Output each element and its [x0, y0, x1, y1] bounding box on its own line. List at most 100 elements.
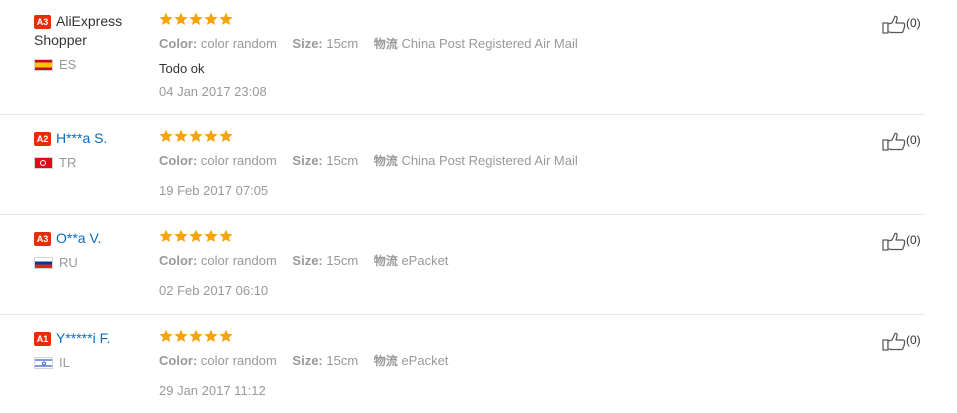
review-date: 04 Jan 2017 23:08: [159, 84, 267, 99]
shipping-value: ePacket: [401, 353, 449, 368]
star-rating: [159, 229, 859, 245]
shipping-label: 物流: [373, 37, 398, 51]
review-item: A3 AliExpress Shopper ES Color: color ran…: [0, 12, 925, 115]
buyer-level-badge: A3: [34, 15, 51, 29]
helpful-button[interactable]: (0): [882, 12, 921, 34]
star-icon: [159, 129, 173, 143]
star-icon: [174, 229, 188, 243]
star-icon: [189, 229, 203, 243]
size-value: 15cm: [326, 353, 359, 368]
size-value: 15cm: [326, 253, 359, 268]
star-icon: [189, 12, 203, 26]
star-icon: [174, 329, 188, 343]
size-label: Size:: [292, 36, 323, 51]
reviewer-name-link[interactable]: Y*****i F.: [56, 330, 110, 346]
color-label: Color:: [159, 153, 198, 168]
color-label: Color:: [159, 353, 198, 368]
shipping-value: ePacket: [401, 253, 449, 268]
star-icon: [204, 12, 218, 26]
review-content: Color: color random Size: 15cm 物流 China …: [159, 129, 859, 199]
shipping-value: China Post Registered Air Mail: [401, 36, 578, 51]
review-date: 29 Jan 2017 11:12: [159, 383, 266, 398]
reviewer-country: ES: [34, 57, 154, 73]
review-item: A1 Y*****i F. IL Color: color random Size…: [0, 329, 925, 409]
buyer-level-badge: A1: [34, 332, 51, 346]
buyer-level-badge: A3: [34, 232, 51, 246]
review-date: 02 Feb 2017 06:10: [159, 283, 269, 298]
color-value: color random: [200, 36, 277, 51]
il-flag-icon: [34, 356, 53, 372]
order-info: Color: color random Size: 15cm 物流 China …: [159, 36, 859, 52]
star-rating: [159, 12, 859, 28]
feedback-text: Todo ok: [159, 61, 205, 76]
country-code: RU: [59, 255, 78, 270]
star-icon: [159, 12, 173, 26]
helpful-button[interactable]: (0): [882, 229, 921, 251]
size-label: Size:: [292, 153, 323, 168]
shipping-label: 物流: [373, 354, 398, 368]
star-icon: [219, 329, 233, 343]
star-rating: [159, 129, 859, 145]
star-icon: [204, 129, 218, 143]
review-list: A3 AliExpress Shopper ES Color: color ran…: [0, 0, 957, 413]
helpful-button[interactable]: (0): [882, 329, 921, 351]
country-code: TR: [59, 155, 77, 170]
star-icon: [219, 129, 233, 143]
color-value: color random: [200, 353, 277, 368]
color-value: color random: [200, 153, 277, 168]
color-value: color random: [200, 253, 277, 268]
star-icon: [174, 129, 188, 143]
review-date: 19 Feb 2017 07:05: [159, 183, 269, 198]
country-code: ES: [59, 57, 77, 72]
size-value: 15cm: [326, 153, 359, 168]
star-icon: [159, 229, 173, 243]
color-label: Color:: [159, 36, 198, 51]
review-content: Color: color random Size: 15cm 物流 ePacke…: [159, 329, 859, 399]
reviewer-name-line: A2 H***a S.: [34, 129, 154, 148]
reviewer-country: RU: [34, 255, 154, 271]
review-item: A3 O**a V. RU Color: color random Size: 1…: [0, 229, 925, 315]
reviewer-name-line: A3 O**a V.: [34, 229, 154, 248]
helpful-count: (0): [906, 16, 921, 30]
helpful-button[interactable]: (0): [882, 129, 921, 151]
shipping-label: 物流: [373, 254, 398, 268]
helpful-count: (0): [906, 133, 921, 147]
thumbs-up-icon[interactable]: [882, 231, 906, 251]
thumbs-up-icon[interactable]: [882, 131, 906, 151]
size-label: Size:: [292, 353, 323, 368]
star-icon: [219, 229, 233, 243]
star-icon: [189, 329, 203, 343]
review-content: Color: color random Size: 15cm 物流 China …: [159, 12, 859, 100]
star-icon: [189, 129, 203, 143]
order-info: Color: color random Size: 15cm 物流 China …: [159, 153, 859, 169]
star-icon: [219, 12, 233, 26]
color-label: Color:: [159, 253, 198, 268]
star-icon: [174, 12, 188, 26]
reviewer-country: IL: [34, 355, 154, 372]
size-label: Size:: [292, 253, 323, 268]
star-icon: [204, 229, 218, 243]
star-icon: [204, 329, 218, 343]
ru-flag-icon: [34, 257, 53, 269]
thumbs-up-icon[interactable]: [882, 14, 906, 34]
review-item: A2 H***a S. TR Color: color random Size: …: [0, 129, 925, 215]
tr-flag-icon: [34, 157, 53, 169]
star-icon: [159, 329, 173, 343]
review-content: Color: color random Size: 15cm 物流 ePacke…: [159, 229, 859, 299]
es-flag-icon: [34, 59, 53, 71]
reviewer-name-line: A1 Y*****i F.: [34, 329, 154, 348]
reviewer-name-link[interactable]: O**a V.: [56, 230, 101, 246]
reviewer-info: A3 O**a V. RU: [34, 229, 154, 271]
buyer-level-badge: A2: [34, 132, 51, 146]
order-info: Color: color random Size: 15cm 物流 ePacke…: [159, 253, 859, 269]
reviewer-name-link[interactable]: H***a S.: [56, 130, 107, 146]
size-value: 15cm: [326, 36, 359, 51]
helpful-count: (0): [906, 333, 921, 347]
reviewer-info: A1 Y*****i F. IL: [34, 329, 154, 372]
thumbs-up-icon[interactable]: [882, 331, 906, 351]
reviewer-country: TR: [34, 155, 154, 171]
shipping-label: 物流: [373, 154, 398, 168]
country-code: IL: [59, 355, 70, 370]
helpful-count: (0): [906, 233, 921, 247]
reviewer-name-line: A3 AliExpress Shopper: [34, 12, 154, 50]
